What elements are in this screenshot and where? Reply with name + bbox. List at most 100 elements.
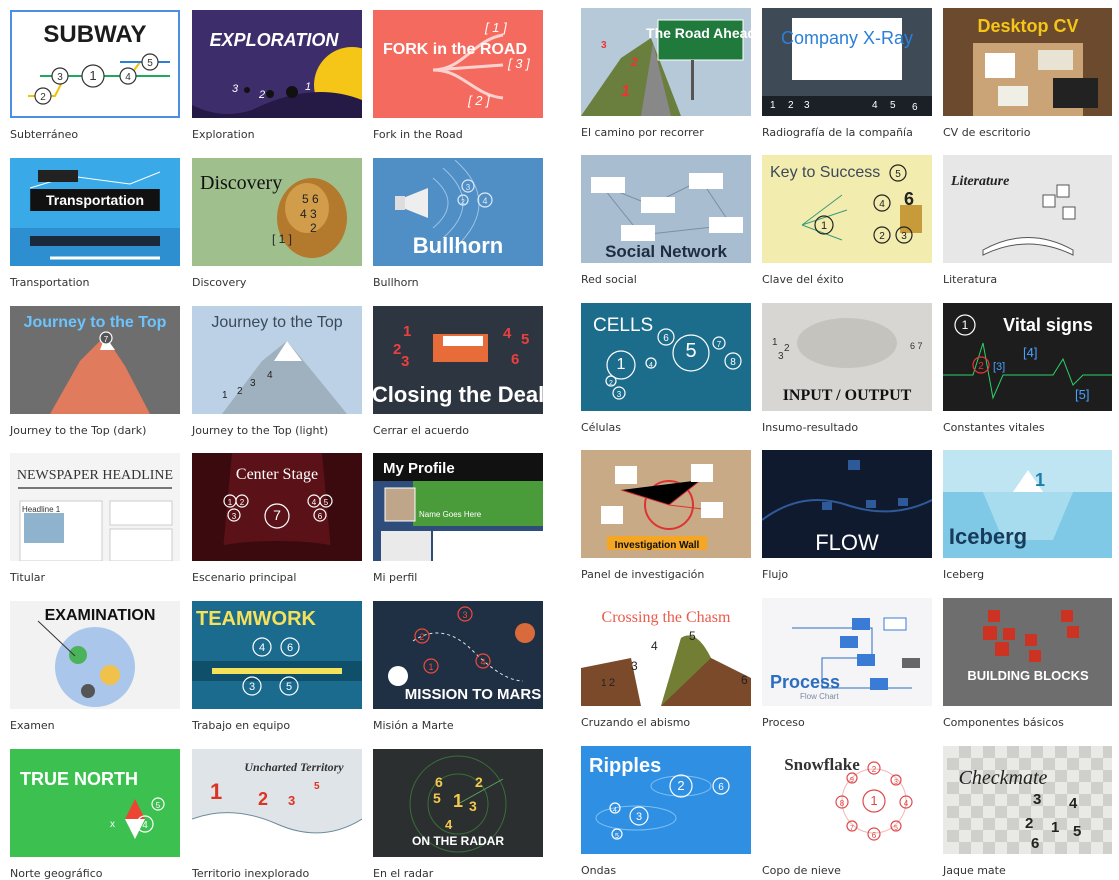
- template-card[interactable]: 1 2 3 4 5 6 Company X-Ray Radiografía de la com…: [762, 8, 932, 139]
- template-card[interactable]: 1 2 3 5 Uncharted Territory Territorio inexpl…: [192, 749, 362, 880]
- template-thumbnail[interactable]: 1 2 3 4 5 6 Company X-Ray: [762, 8, 932, 116]
- template-thumbnail[interactable]: 1 2 3 4 Journey to the Top: [192, 306, 362, 414]
- template-thumbnail[interactable]: FLOW: [762, 450, 932, 558]
- template-thumbnail[interactable]: Social Network: [581, 155, 751, 263]
- template-card[interactable]: 1 2 3 4 5 6 Crossing the Chasm Cruzando el abis…: [581, 598, 751, 729]
- template-thumbnail[interactable]: 2 3 6 4 5 Ripples: [581, 746, 751, 854]
- svg-text:[ 2 ]: [ 2 ]: [467, 93, 490, 108]
- template-thumbnail[interactable]: 2 3 1 4 5 SUBWAY: [10, 10, 180, 118]
- template-card[interactable]: 1 2 [3] [4] [5] Vital signs Constantes vitales: [943, 303, 1112, 434]
- svg-text:3: 3: [804, 100, 810, 111]
- svg-text:5: 5: [1073, 823, 1081, 840]
- template-card[interactable]: Transportation Transportation: [10, 158, 180, 289]
- template-card[interactable]: Desktop CV CV de escritorio: [943, 8, 1112, 139]
- template-thumbnail[interactable]: Literature: [943, 155, 1112, 263]
- template-caption: Trabajo en equipo: [192, 719, 291, 732]
- template-card[interactable]: BUILDING BLOCKS Componentes básicos: [943, 598, 1112, 729]
- template-caption: Red social: [581, 273, 637, 286]
- template-title: Literature: [950, 174, 1009, 189]
- template-artwork: 23 1 4 5SUBWAY: [28, 21, 170, 105]
- template-thumbnail[interactable]: 1 5 6 7 8 2 3 4 CELLS: [581, 303, 751, 411]
- svg-text:2: 2: [310, 221, 317, 235]
- template-thumbnail[interactable]: 1 2 [3] [4] [5] Vital signs: [943, 303, 1112, 411]
- template-title: Discovery: [200, 172, 282, 194]
- template-card[interactable]: 1 2 3 4 5 6 Closing the Deal Cerrar el acuerdo: [373, 306, 543, 437]
- template-card[interactable]: 2 3 1 4 MISSION TO MARS Misión a Marte: [373, 601, 543, 732]
- template-card[interactable]: Social Network Red social: [581, 155, 751, 286]
- svg-text:3: 3: [636, 811, 642, 823]
- template-thumbnail[interactable]: [ 1 ] [ 3 ] [ 2 ] FORK in the ROAD: [373, 10, 543, 118]
- template-thumbnail[interactable]: My Profile: [373, 453, 543, 561]
- template-card[interactable]: 4 5 x TRUE NORTH Norte geográfico: [10, 749, 180, 880]
- template-card[interactable]: 7 Journey to the Top Journey to the Top (d…: [10, 306, 180, 437]
- template-thumbnail[interactable]: EXAMINATION: [10, 601, 180, 709]
- template-card[interactable]: 2 3 6 4 5 Ripples Ondas: [581, 746, 751, 877]
- template-card[interactable]: 2 3 1 4 5 SUBWAY Subterráneo: [10, 10, 180, 141]
- svg-text:2: 2: [630, 55, 638, 69]
- svg-text:1: 1: [617, 356, 626, 373]
- template-thumbnail[interactable]: 3 2 1 EXPLORATION: [192, 10, 362, 118]
- template-thumbnail[interactable]: [ 1 ] 5 64 3 2 Discovery: [192, 158, 362, 266]
- template-thumbnail[interactable]: 2 3 1 4 MISSION TO MARS: [373, 601, 543, 709]
- svg-text:5: 5: [615, 833, 619, 840]
- template-artwork: 1 2 [3] [4] [5] Vital signs: [943, 314, 1112, 402]
- template-card[interactable]: 123 6 7 INPUT / OUTPUT Insumo-resultado: [762, 303, 932, 434]
- template-card[interactable]: [ 1 ] 5 64 3 2 Discovery Discovery: [192, 158, 362, 289]
- template-card[interactable]: 6 5 1 3 4 2 ON THE RADAR En el radar: [373, 749, 543, 880]
- template-caption: Cerrar el acuerdo: [373, 424, 469, 437]
- template-thumbnail[interactable]: 4 5 x TRUE NORTH: [10, 749, 180, 857]
- svg-text:5: 5: [156, 801, 161, 810]
- template-thumbnail[interactable]: 6 5 1 3 4 2 ON THE RADAR: [373, 749, 543, 857]
- template-caption: Componentes básicos: [943, 716, 1064, 729]
- template-title: TRUE NORTH: [20, 769, 138, 789]
- template-card[interactable]: 1 2 3 The Road Ahead El camino por recorrer: [581, 8, 751, 139]
- template-thumbnail[interactable]: Transportation: [10, 158, 180, 266]
- template-thumbnail[interactable]: 3 2 4 Bullhorn: [373, 158, 543, 266]
- template-thumbnail[interactable]: Investigation Wall: [581, 450, 751, 558]
- template-thumbnail[interactable]: 1 2 3 4 5 6 Closing the Deal: [373, 306, 543, 414]
- template-card[interactable]: 1 4 5 6 2 3 Key to Success Clave del éxito: [762, 155, 932, 286]
- template-card[interactable]: EXAMINATION Examen: [10, 601, 180, 732]
- template-card[interactable]: [ 1 ] [ 3 ] [ 2 ] FORK in the ROAD Fork in t…: [373, 10, 543, 141]
- template-thumbnail[interactable]: 1 2 3 4 5 6 Crossing the Chasm: [581, 598, 751, 706]
- template-title: Vital signs: [1003, 315, 1093, 335]
- template-thumbnail[interactable]: 7 1 2 3 4 5 6 Center Stage: [192, 453, 362, 561]
- svg-text:1: 1: [403, 323, 411, 340]
- svg-text:2: 2: [872, 765, 877, 774]
- template-thumbnail[interactable]: 4 6 3 5 TEAMWORK: [192, 601, 362, 709]
- svg-text:2: 2: [461, 199, 465, 206]
- svg-text:6: 6: [741, 673, 748, 687]
- template-card[interactable]: 1 2 3 4 Journey to the Top Journey to the Top…: [192, 306, 362, 437]
- template-card[interactable]: Literature Literatura: [943, 155, 1112, 286]
- template-thumbnail[interactable]: 123 6 7 INPUT / OUTPUT: [762, 303, 932, 411]
- template-thumbnail[interactable]: 1 Iceberg: [943, 450, 1112, 558]
- template-card[interactable]: 1 Iceberg Iceberg: [943, 450, 1112, 581]
- template-card[interactable]: Investigation Wall Panel de investigación: [581, 450, 751, 581]
- template-thumbnail[interactable]: 1 4 5 6 2 3 Key to Success: [762, 155, 932, 263]
- template-card[interactable]: 4 6 3 5 TEAMWORK Trabajo en equipo: [192, 601, 362, 732]
- template-artwork: Literature: [950, 174, 1076, 256]
- template-thumbnail[interactable]: 3 4 2 1 5 6 Checkmate: [943, 746, 1112, 854]
- template-thumbnail[interactable]: 1 8 4 2 6 9 3 7 5 Snowflake: [762, 746, 932, 854]
- svg-text:4: 4: [649, 362, 653, 369]
- template-card[interactable]: FLOW Flujo: [762, 450, 932, 581]
- template-card[interactable]: 3 2 4 Bullhorn Bullhorn: [373, 158, 543, 289]
- template-artwork: 65 1 3 4 2 ON THE RADAR: [409, 755, 507, 853]
- template-thumbnail[interactable]: 7 Journey to the Top: [10, 306, 180, 414]
- template-card[interactable]: 1 8 4 2 6 9 3 7 5 Snowflake Copo de nieve: [762, 746, 932, 877]
- template-thumbnail[interactable]: 1 2 3 5 Uncharted Territory: [192, 749, 362, 857]
- template-thumbnail[interactable]: Process: [762, 598, 932, 706]
- template-title: SUBWAY: [43, 21, 146, 48]
- template-thumbnail[interactable]: BUILDING BLOCKS: [943, 598, 1112, 706]
- svg-text:5: 5: [324, 498, 329, 507]
- template-card[interactable]: 3 2 1 EXPLORATION Exploration: [192, 10, 362, 141]
- template-thumbnail[interactable]: 1 2 3 The Road Ahead: [581, 8, 751, 116]
- template-thumbnail[interactable]: Desktop CV: [943, 8, 1112, 116]
- svg-text:5: 5: [314, 781, 320, 792]
- template-title: NEWSPAPER HEADLINE: [17, 468, 173, 483]
- template-card[interactable]: NEWSPAPER HEADLINE Titular: [10, 453, 180, 584]
- template-card[interactable]: Process Proceso: [762, 598, 932, 729]
- template-card[interactable]: 3 4 2 1 5 6 Checkmate Jaque mate: [943, 746, 1112, 877]
- template-card[interactable]: 7 1 2 3 4 5 6 Center Stage Escenario principal: [192, 453, 362, 584]
- template-card[interactable]: 1 5 6 7 8 2 3 4 CELLS Células: [581, 303, 751, 434]
